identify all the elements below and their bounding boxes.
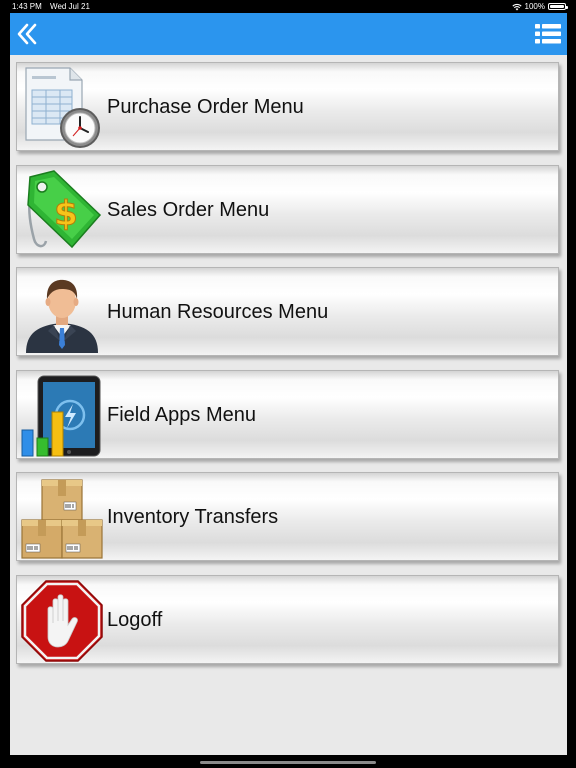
nav-bar (10, 13, 567, 55)
status-time: 1:43 PM (12, 2, 42, 11)
menu-item-sales-order[interactable]: $ Sales Order Menu (16, 165, 559, 254)
menu-item-label: Purchase Order Menu (107, 96, 304, 118)
double-chevron-left-icon (17, 23, 37, 45)
menu-item-label: Sales Order Menu (107, 199, 270, 221)
battery-percent: 100% (524, 2, 545, 11)
list-icon (535, 24, 561, 44)
menu-item-label: Inventory Transfers (107, 506, 279, 528)
menu-item-inventory-transfers[interactable]: Inventory Transfers (16, 472, 559, 561)
purchase-order-icon (25, 67, 100, 148)
home-indicator[interactable] (200, 761, 376, 764)
menu-item-human-resources[interactable]: Human Resources Menu (16, 267, 559, 356)
boxes-icon (21, 479, 103, 559)
stop-hand-icon (21, 580, 103, 662)
menu-item-label: Field Apps Menu (107, 404, 256, 426)
battery-icon (548, 3, 568, 10)
menu-item-label: Human Resources Menu (107, 301, 329, 323)
menu-item-purchase-order[interactable]: Purchase Order Menu (16, 62, 559, 151)
svg-text:$: $ (54, 194, 78, 234)
wifi-icon (511, 3, 522, 10)
menu-item-field-apps[interactable]: Field Apps Menu (16, 370, 559, 459)
list-menu-button[interactable] (535, 23, 561, 45)
menu-item-logoff[interactable]: Logoff (16, 575, 559, 664)
menu-item-label: Logoff (107, 609, 163, 631)
status-date: Wed Jul 21 (50, 2, 90, 11)
tablet-chart-icon (21, 375, 101, 457)
status-right: 100% (511, 0, 568, 13)
back-button[interactable] (16, 22, 40, 46)
status-left: 1:43 PM Wed Jul 21 (12, 0, 96, 13)
dollar-tag-icon: $ (27, 170, 102, 249)
businessman-icon (26, 279, 98, 353)
status-bar: 1:43 PM Wed Jul 21 100% (0, 0, 576, 13)
app-screen: Purchase Order Menu $ Sales Order Menu H… (10, 13, 567, 755)
